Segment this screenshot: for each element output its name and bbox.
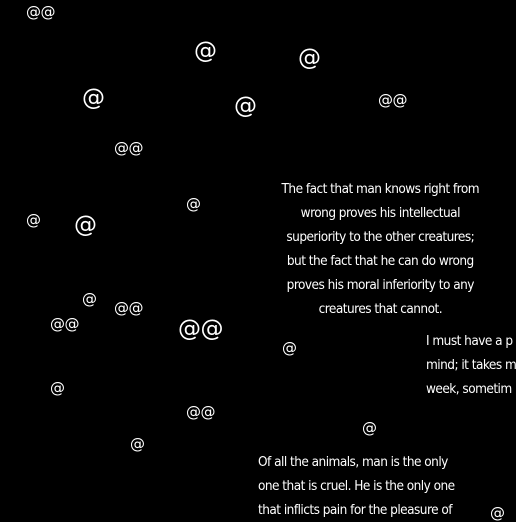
- at-symbol: @: [234, 93, 257, 119]
- quote-line: I must have a p: [426, 333, 513, 349]
- at-symbol: @: [282, 339, 297, 357]
- at-symbol: @: [362, 419, 377, 437]
- quote-line: wrong proves his intellectual: [300, 205, 461, 221]
- quote-line: proves his moral inferiority to any: [286, 277, 475, 293]
- quote-line: one that is cruel. He is the only one: [258, 478, 455, 494]
- at-symbol: @@: [114, 299, 144, 317]
- at-symbol: @: [82, 290, 97, 308]
- at-symbol: @: [194, 38, 217, 64]
- at-symbol: @: [26, 211, 41, 229]
- at-symbol: @@: [114, 139, 144, 157]
- at-symbol: @: [50, 379, 65, 397]
- at-symbol: @: [130, 435, 145, 453]
- quote-line: superiority to the other creatures;: [286, 229, 475, 245]
- at-symbol: @@: [186, 403, 216, 421]
- at-symbol: @: [298, 45, 321, 71]
- at-symbol: @@: [26, 3, 56, 21]
- at-symbol: @@: [378, 91, 408, 109]
- quote-block: I must have a p mind; it takes m week, s…: [426, 329, 516, 401]
- quote-block: The fact that man knows right from wrong…: [266, 177, 495, 321]
- at-symbol: @: [490, 504, 505, 522]
- at-symbol: @: [74, 212, 97, 238]
- at-symbol: @@: [178, 316, 224, 342]
- quote-line: creatures that cannot.: [318, 301, 443, 317]
- quote-line: Of all the animals, man is the only: [258, 454, 448, 470]
- quote-line: that inflicts pain for the pleasure of: [258, 502, 453, 518]
- quote-line: mind; it takes m: [426, 357, 516, 373]
- at-symbol: @@: [50, 315, 80, 333]
- quote-line: week, sometim: [426, 381, 512, 397]
- quote-line: but the fact that he can do wrong: [286, 253, 474, 269]
- at-symbol: @: [82, 85, 105, 111]
- screen: { "background": "#000000", "text_color":…: [0, 0, 516, 521]
- quote-line: The fact that man knows right from: [281, 181, 480, 197]
- quote-block: Of all the animals, man is the only one …: [258, 450, 455, 522]
- at-symbol: @: [186, 195, 201, 213]
